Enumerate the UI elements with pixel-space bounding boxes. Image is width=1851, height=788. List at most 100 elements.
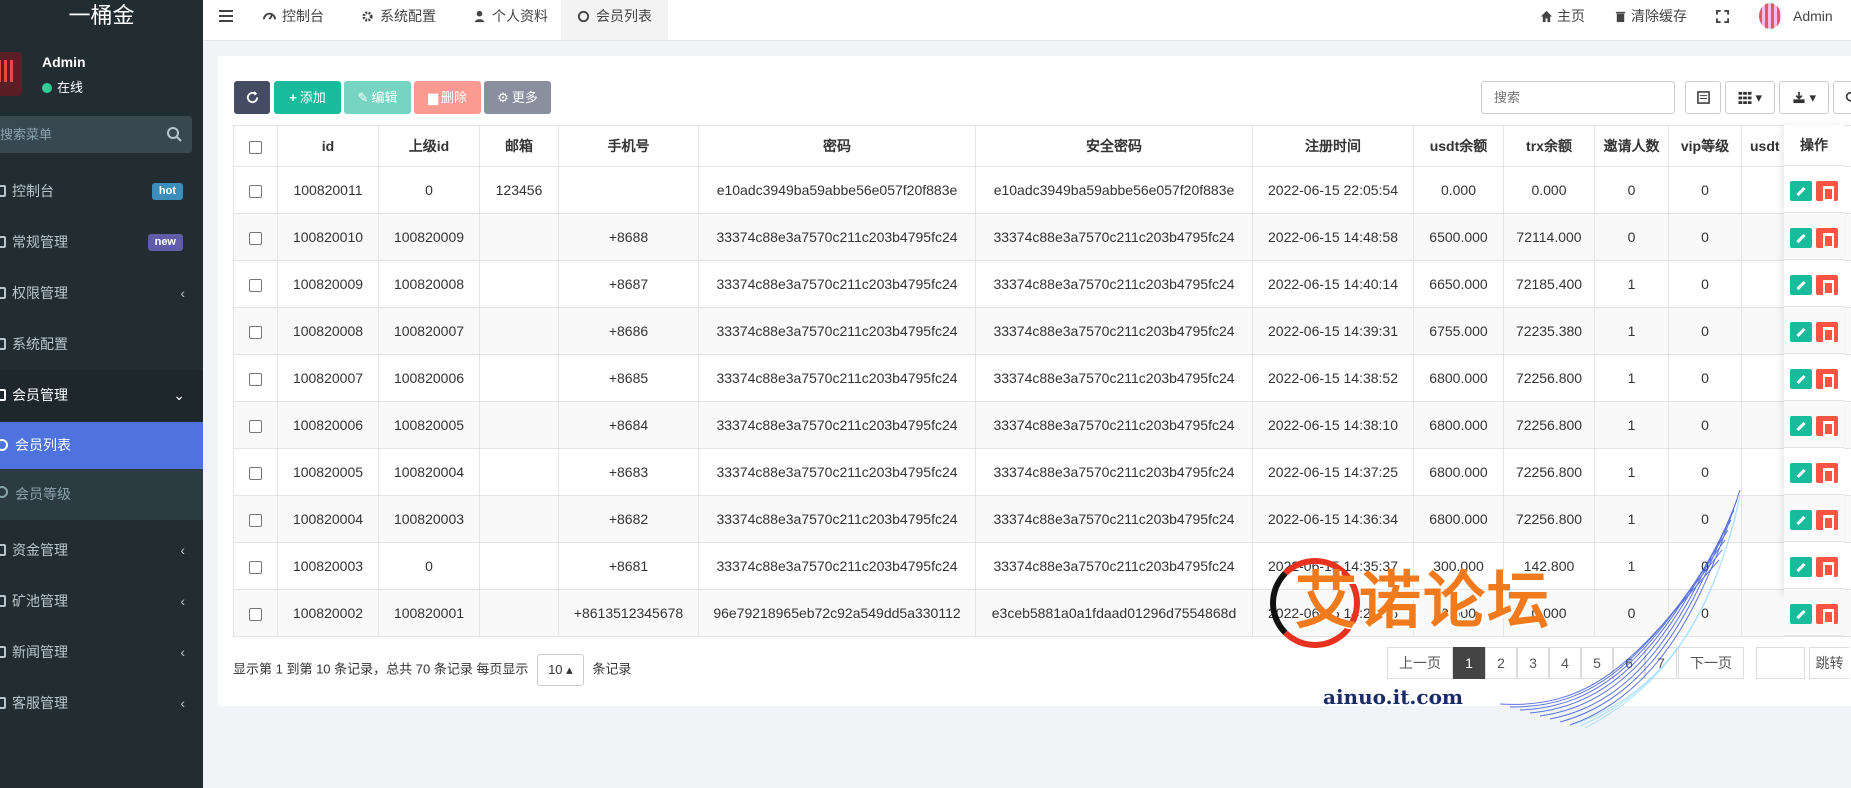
row-checkbox[interactable] bbox=[249, 372, 262, 386]
table-row[interactable]: 100820011 0 123456 e10adc3949ba59abbe56e057… bbox=[233, 166, 1851, 214]
sidebar-subitem-member-list[interactable]: 会员列表 bbox=[0, 422, 203, 469]
row-select-cell[interactable] bbox=[233, 542, 278, 590]
sidebar-item-auth[interactable]: 权限管理 ‹ bbox=[0, 268, 203, 319]
header-cell[interactable]: 密码 bbox=[698, 125, 976, 167]
more-button[interactable]: ⚙ 更多 bbox=[484, 81, 551, 114]
row-select-cell[interactable] bbox=[233, 589, 278, 637]
table-row[interactable]: 100820003 0 +8681 33374c88e3a7570c211c203b4… bbox=[233, 542, 1851, 590]
page-button[interactable]: 6 bbox=[1613, 647, 1645, 679]
home-link[interactable]: 主页 bbox=[1540, 0, 1585, 34]
table-row[interactable]: 100820010 100820009 +8688 33374c88e3a7570c2… bbox=[233, 213, 1851, 261]
header-select-all[interactable] bbox=[233, 125, 278, 167]
tab-sysconfig[interactable]: 系统配置 bbox=[345, 0, 452, 40]
row-delete-button[interactable] bbox=[1816, 462, 1838, 483]
header-cell[interactable]: 邀请人数 bbox=[1594, 125, 1669, 167]
menu-search-input[interactable] bbox=[0, 116, 152, 153]
header-cell[interactable]: 注册时间 bbox=[1252, 125, 1414, 167]
sidebar-item-funds[interactable]: 资金管理 ‹ bbox=[0, 525, 203, 576]
next-page-button[interactable]: 下一页 bbox=[1678, 647, 1744, 679]
table-row[interactable]: 100820004 100820003 +8682 33374c88e3a7570c2… bbox=[233, 495, 1851, 543]
row-edit-button[interactable] bbox=[1790, 603, 1812, 624]
row-checkbox[interactable] bbox=[249, 184, 262, 198]
sidebar-subitem-member-level[interactable]: 会员等级 bbox=[0, 469, 203, 520]
prev-page-button[interactable]: 上一页 bbox=[1387, 647, 1453, 679]
header-cell[interactable]: trx余额 bbox=[1503, 125, 1595, 167]
select-all-checkbox[interactable] bbox=[249, 140, 262, 154]
row-edit-button[interactable] bbox=[1790, 180, 1812, 201]
row-checkbox[interactable] bbox=[249, 513, 262, 527]
row-select-cell[interactable] bbox=[233, 307, 278, 355]
edit-button[interactable]: ✎ 编辑 bbox=[344, 81, 411, 114]
row-delete-button[interactable] bbox=[1816, 227, 1838, 248]
row-select-cell[interactable] bbox=[233, 354, 278, 402]
table-row[interactable]: 100820008 100820007 +8686 33374c88e3a7570c2… bbox=[233, 307, 1851, 355]
header-cell[interactable]: id bbox=[277, 125, 379, 167]
row-delete-button[interactable] bbox=[1816, 274, 1838, 295]
row-edit-button[interactable] bbox=[1790, 274, 1812, 295]
row-delete-button[interactable] bbox=[1816, 368, 1838, 389]
row-select-cell[interactable] bbox=[233, 166, 278, 214]
row-checkbox[interactable] bbox=[249, 466, 262, 480]
advanced-search-button[interactable] bbox=[1833, 81, 1851, 114]
row-select-cell[interactable] bbox=[233, 213, 278, 261]
page-button[interactable]: 4 bbox=[1549, 647, 1581, 679]
row-edit-button[interactable] bbox=[1790, 321, 1812, 342]
table-row[interactable]: 100820009 100820008 +8687 33374c88e3a7570c2… bbox=[233, 260, 1851, 308]
row-checkbox[interactable] bbox=[249, 607, 262, 621]
page-button[interactable]: 2 bbox=[1485, 647, 1517, 679]
sidebar-item-general[interactable]: 常规管理 new bbox=[0, 217, 203, 268]
search-icon[interactable] bbox=[166, 126, 182, 142]
export-button[interactable]: ▾ bbox=[1779, 81, 1829, 114]
page-button[interactable]: 5 bbox=[1581, 647, 1613, 679]
page-button[interactable]: 3 bbox=[1517, 647, 1549, 679]
tab-profile[interactable]: 个人资料 bbox=[457, 0, 564, 40]
row-edit-button[interactable] bbox=[1790, 462, 1812, 483]
row-edit-button[interactable] bbox=[1790, 509, 1812, 530]
row-edit-button[interactable] bbox=[1790, 415, 1812, 436]
page-size-select[interactable]: 10 ▴ bbox=[537, 654, 584, 686]
row-checkbox[interactable] bbox=[249, 231, 262, 245]
delete-button[interactable]: ▆ 删除 bbox=[414, 81, 481, 114]
header-cell[interactable]: 安全密码 bbox=[975, 125, 1253, 167]
row-checkbox[interactable] bbox=[249, 278, 262, 292]
table-row[interactable]: 100820005 100820004 +8683 33374c88e3a7570c2… bbox=[233, 448, 1851, 496]
row-edit-button[interactable] bbox=[1790, 368, 1812, 389]
header-cell[interactable]: 上级id bbox=[378, 125, 480, 167]
page-button[interactable]: 7 bbox=[1645, 647, 1677, 679]
sidebar-item-sysconfig[interactable]: 系统配置 bbox=[0, 319, 203, 370]
sidebar-item-members[interactable]: 会员管理 ⌄ bbox=[0, 370, 203, 421]
row-delete-button[interactable] bbox=[1816, 180, 1838, 201]
menu-toggle-icon[interactable] bbox=[219, 10, 233, 22]
header-cell[interactable]: usdt余额 bbox=[1413, 125, 1504, 167]
refresh-button[interactable] bbox=[234, 81, 270, 114]
row-delete-button[interactable] bbox=[1816, 415, 1838, 436]
row-delete-button[interactable] bbox=[1816, 509, 1838, 530]
app-logo[interactable]: 一桶金 bbox=[0, 0, 203, 32]
top-user-menu[interactable]: Admin bbox=[1759, 0, 1833, 34]
sidebar-item-support[interactable]: 客服管理 ‹ bbox=[0, 678, 203, 729]
jump-page-input[interactable] bbox=[1756, 647, 1805, 679]
tab-dashboard[interactable]: 控制台 bbox=[247, 0, 340, 40]
row-select-cell[interactable] bbox=[233, 448, 278, 496]
clear-cache-button[interactable]: 清除缓存 bbox=[1614, 0, 1687, 34]
row-edit-button[interactable] bbox=[1790, 227, 1812, 248]
row-delete-button[interactable] bbox=[1816, 321, 1838, 342]
table-row[interactable]: 100820006 100820005 +8684 33374c88e3a7570c2… bbox=[233, 401, 1851, 449]
row-delete-button[interactable] bbox=[1816, 603, 1838, 624]
row-select-cell[interactable] bbox=[233, 260, 278, 308]
jump-button[interactable]: 跳转 bbox=[1809, 647, 1849, 679]
row-select-cell[interactable] bbox=[233, 401, 278, 449]
table-search-input[interactable] bbox=[1481, 81, 1675, 114]
row-select-cell[interactable] bbox=[233, 495, 278, 543]
add-button[interactable]: + 添加 bbox=[274, 81, 341, 114]
sidebar-item-mining[interactable]: 矿池管理 ‹ bbox=[0, 576, 203, 627]
row-delete-button[interactable] bbox=[1816, 556, 1838, 577]
tab-member-list[interactable]: 会员列表 bbox=[561, 0, 668, 40]
row-checkbox[interactable] bbox=[249, 560, 262, 574]
header-cell[interactable]: 邮箱 bbox=[479, 125, 559, 167]
header-cell[interactable]: vip等级 bbox=[1668, 125, 1742, 167]
columns-button[interactable]: ▾ bbox=[1725, 81, 1775, 114]
row-checkbox[interactable] bbox=[249, 325, 262, 339]
fullscreen-button[interactable] bbox=[1716, 0, 1733, 34]
sidebar-item-news[interactable]: 新闻管理 ‹ bbox=[0, 627, 203, 678]
